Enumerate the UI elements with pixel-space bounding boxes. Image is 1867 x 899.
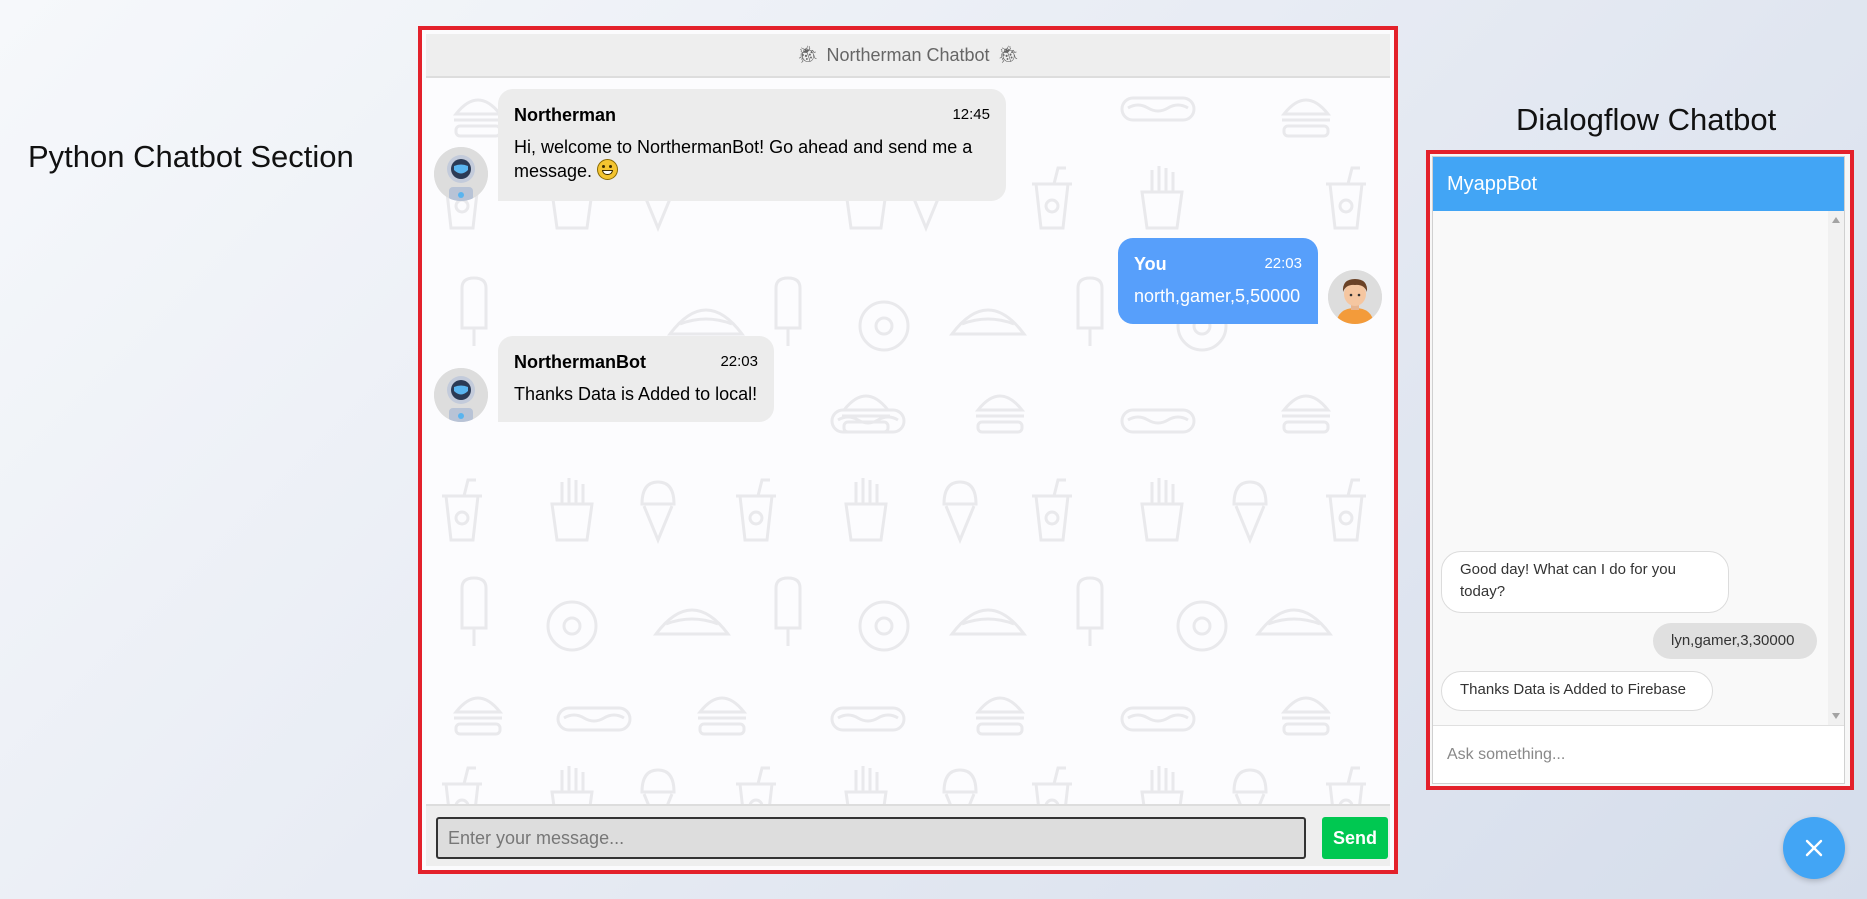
user-message: lyn,gamer,3,30000 bbox=[1653, 623, 1817, 659]
message-input[interactable] bbox=[436, 817, 1306, 859]
bug-icon: 🐞︎ bbox=[796, 45, 819, 64]
scroll-down-icon[interactable] bbox=[1832, 713, 1840, 719]
chat-bubble: NorthermanBot 22:03 Thanks Data is Added… bbox=[498, 336, 774, 422]
dialogflow-header: MyappBot bbox=[1433, 157, 1844, 211]
grinning-emoji-icon bbox=[597, 159, 619, 180]
message-sender: Northerman bbox=[514, 105, 617, 125]
bug-icon: 🐞︎ bbox=[997, 45, 1020, 64]
chat-bubble: You 22:03 north,gamer,5,50000 bbox=[1118, 238, 1318, 324]
message-time: 22:03 bbox=[1264, 255, 1302, 272]
message-text: Hi, welcome to NorthermanBot! Go ahead a… bbox=[514, 137, 973, 181]
message-text: north,gamer,5,50000 bbox=[1134, 286, 1301, 306]
message-sender: NorthermanBot bbox=[514, 352, 647, 372]
chat-title: Northerman Chatbot bbox=[826, 44, 990, 65]
message-text: Thanks Data is Added to local! bbox=[514, 384, 758, 404]
close-icon bbox=[1805, 839, 1823, 857]
message-input-bar: Send bbox=[426, 804, 1390, 866]
bot-message: Thanks Data is Added to Firebase bbox=[1441, 671, 1713, 711]
message-row: NorthermanBot 22:03 Thanks Data is Added… bbox=[434, 336, 774, 422]
message-row: You 22:03 north,gamer,5,50000 bbox=[1118, 238, 1382, 324]
robot-avatar bbox=[434, 147, 488, 201]
dialogflow-chatbot-window: MyappBot Good day! What can I do for you… bbox=[1426, 150, 1854, 790]
message-sender: You bbox=[1134, 254, 1167, 274]
send-button[interactable]: Send bbox=[1322, 817, 1388, 859]
scroll-up-icon[interactable] bbox=[1832, 217, 1840, 223]
robot-icon bbox=[434, 368, 488, 422]
chat-bubble: Northerman 12:45 Hi, welcome to Northerm… bbox=[498, 89, 1006, 201]
dialogflow-messages-area[interactable]: Good day! What can I do for you today? l… bbox=[1433, 211, 1828, 725]
message-time: 22:03 bbox=[720, 353, 758, 370]
message-time: 12:45 bbox=[952, 106, 990, 123]
user-avatar bbox=[1328, 270, 1382, 324]
python-chatbot-window: 🐞︎ Northerman Chatbot 🐞︎ Northerman 12:4… bbox=[418, 26, 1398, 874]
ask-input[interactable] bbox=[1433, 725, 1844, 783]
bot-message: Good day! What can I do for you today? bbox=[1441, 551, 1729, 613]
chat-toggle-button[interactable] bbox=[1783, 817, 1845, 879]
message-row: Northerman 12:45 Hi, welcome to Northerm… bbox=[434, 89, 1006, 201]
chat-header: 🐞︎ Northerman Chatbot 🐞︎ bbox=[426, 34, 1390, 78]
dialogflow-messenger: MyappBot Good day! What can I do for you… bbox=[1433, 157, 1844, 783]
user-icon bbox=[1328, 270, 1382, 324]
dialogflow-section-label: Dialogflow Chatbot bbox=[1516, 102, 1777, 137]
python-section-label: Python Chatbot Section bbox=[28, 139, 354, 174]
scrollbar[interactable] bbox=[1828, 211, 1844, 725]
chat-messages-area[interactable]: Northerman 12:45 Hi, welcome to Northerm… bbox=[426, 78, 1390, 804]
robot-icon bbox=[434, 147, 488, 201]
robot-avatar bbox=[434, 368, 488, 422]
